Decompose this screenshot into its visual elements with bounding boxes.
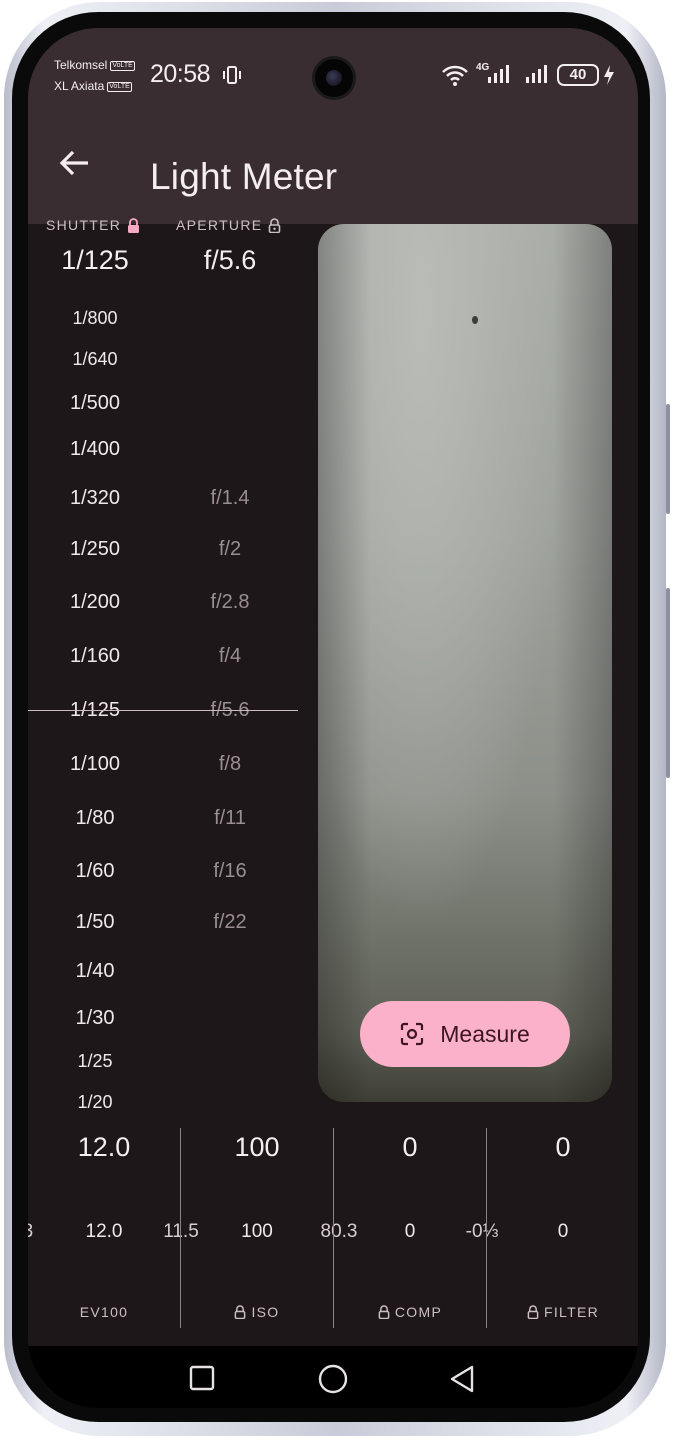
aperture-option[interactable]: f/2 [163,538,297,561]
shutter-option[interactable]: 1/40 [28,960,162,983]
volte-badge: VoLTE [110,60,135,71]
battery-indicator: 40 [557,64,599,86]
home-icon[interactable] [317,1363,349,1395]
signal-icon [526,65,547,83]
power-button [666,588,670,778]
dial-tick: 0 [404,1221,416,1242]
dial-tick: -0⅓ [465,1221,499,1242]
ev100-value: 12.0 [77,1132,131,1162]
page-title: Light Meter [150,156,338,197]
aperture-option[interactable]: f/2.8 [163,591,297,614]
measure-button-label: Measure [440,1020,530,1047]
status-time: 20:58 [150,60,211,88]
aperture-header-label: APERTURE [176,217,263,233]
lock-open-icon [527,1305,539,1319]
signal-icon [488,65,509,83]
navigation-bar [28,1346,638,1408]
carrier-2: XL Axiata VoLTE [54,79,132,93]
shutter-option[interactable]: 1/60 [28,860,162,883]
aperture-option[interactable]: f/22 [163,911,297,934]
shutter-option[interactable]: 1/80 [28,807,162,830]
focus-scan-icon [401,1022,424,1046]
shutter-header[interactable]: SHUTTER [46,217,140,233]
front-camera [312,56,356,100]
shutter-option[interactable]: 1/800 [28,308,162,329]
dial-tick: 0 [557,1221,569,1242]
shutter-option[interactable]: 1/30 [28,1007,162,1030]
shutter-option[interactable]: 1/640 [28,349,162,370]
ev100-label: EV100 [79,1304,129,1320]
charging-icon [604,65,614,85]
shutter-option[interactable]: 1/160 [28,645,162,668]
recents-icon[interactable] [188,1364,216,1392]
shutter-option[interactable]: 1/400 [28,438,162,461]
shutter-option[interactable]: 1/25 [28,1051,162,1072]
lock-open-icon [378,1305,390,1319]
wall-speck [472,316,478,324]
aperture-option[interactable]: f/4 [163,645,297,668]
shutter-header-label: SHUTTER [46,217,122,233]
comp-label: COMP [334,1304,486,1320]
shutter-value: 1/125 [61,245,129,275]
lock-open-icon [235,1305,246,1319]
selection-indicator-line [28,710,298,711]
shutter-option[interactable]: 1/200 [28,591,162,614]
carrier-1: Telkomsel VoLTE [54,58,135,72]
status-bar: Telkomsel VoLTE XL Axiata VoLTE 20:58 4G 4… [28,28,638,116]
vibrate-icon [223,66,241,84]
measure-button[interactable]: Measure [360,1001,570,1067]
dial-tick: 80.3 [320,1221,358,1242]
aperture-option[interactable]: f/8 [163,753,297,776]
aperture-option[interactable]: f/11 [163,807,297,830]
aperture-header[interactable]: APERTURE [176,217,281,233]
iso-value: 100 [234,1132,280,1162]
lock-icon [128,217,140,233]
dial-tick: 2.3 [28,1221,50,1243]
arrow-left-icon[interactable] [58,146,92,180]
shutter-option[interactable]: 1/320 [28,487,162,510]
camera-preview[interactable]: Measure [318,224,612,1102]
shutter-option[interactable]: 1/100 [28,753,162,776]
dial-tick: 100 [241,1221,273,1242]
filter-label: FILTER [487,1304,638,1320]
app-bar: Light Meter [28,116,638,224]
shutter-option[interactable]: 1/50 [28,911,162,934]
shutter-option[interactable]: 1/500 [28,392,162,415]
dial-tick: 12.0 [85,1221,123,1242]
lock-open-icon [269,217,281,233]
shutter-option[interactable]: 1/20 [28,1092,162,1113]
volte-badge: VoLTE [107,81,132,92]
wifi-icon [442,65,468,86]
back-nav-icon[interactable] [448,1364,476,1394]
dial-tick: 11.5 [141,1221,221,1243]
comp-value: 0 [402,1132,418,1162]
filter-value: 0 [555,1132,571,1162]
aperture-option[interactable]: f/1.4 [163,487,297,510]
aperture-option[interactable]: f/16 [163,860,297,883]
shutter-option[interactable]: 1/250 [28,538,162,561]
screen: Telkomsel VoLTE XL Axiata VoLTE 20:58 4G 4… [28,28,638,1408]
iso-label: ISO [181,1304,333,1320]
aperture-value: f/5.6 [203,245,257,275]
volume-button [666,404,670,514]
